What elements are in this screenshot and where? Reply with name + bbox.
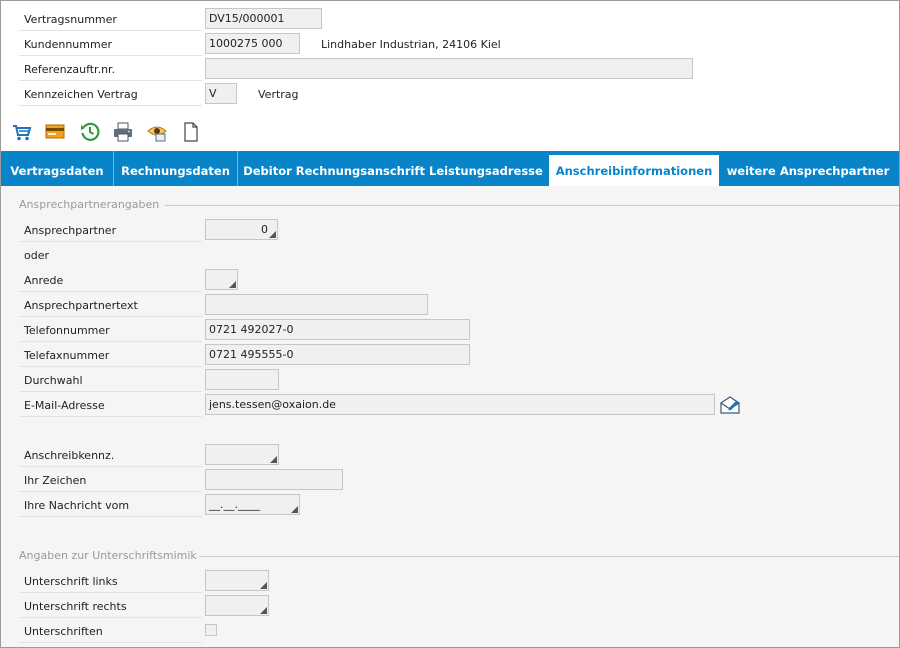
tab-vertragsdaten[interactable]: Vertragsdaten xyxy=(1,151,114,186)
anrede-select[interactable] xyxy=(205,269,238,290)
section-divider xyxy=(165,205,899,206)
row-divider xyxy=(19,55,202,56)
anschreibkennz-label: Anschreibkennz. xyxy=(24,449,115,462)
row-divider xyxy=(19,466,202,467)
ihr-zeichen-field[interactable] xyxy=(205,469,343,490)
ihr-zeichen-label: Ihr Zeichen xyxy=(24,474,87,487)
kennzeichen-text: Vertrag xyxy=(258,88,299,101)
tab-bar: Vertragsdaten Rechnungsdaten Debitor Rec… xyxy=(1,151,899,186)
row-divider xyxy=(19,291,202,292)
unterschrift-rechts-label: Unterschrift rechts xyxy=(24,600,127,613)
durchwahl-label: Durchwahl xyxy=(24,374,83,387)
row-divider xyxy=(19,241,202,242)
row-divider xyxy=(19,617,202,618)
row-divider xyxy=(19,416,202,417)
ansprechpartner-value: 0 xyxy=(261,223,268,236)
tab-anschreibinformationen[interactable]: Anschreibinformationen xyxy=(549,155,719,186)
dropdown-indicator-icon xyxy=(260,607,267,614)
ansprechpartner-field[interactable]: 0 xyxy=(205,219,278,240)
row-divider xyxy=(19,516,202,517)
telefon-label: Telefonnummer xyxy=(24,324,110,337)
nachricht-label: Ihre Nachricht vom xyxy=(24,499,130,512)
unterschrift-links-label: Unterschrift links xyxy=(24,575,118,588)
send-mail-icon[interactable] xyxy=(719,394,741,416)
row-divider xyxy=(19,391,202,392)
referenz-label: Referenzauftr.nr. xyxy=(24,63,116,76)
document-icon[interactable] xyxy=(180,121,202,143)
section-unterschriftsmimik: Angaben zur Unterschriftsmimik xyxy=(19,549,899,563)
kennzeichen-field[interactable]: V xyxy=(205,83,237,104)
content-panel: Ansprechpartnerangaben Ansprechpartner 0… xyxy=(1,186,899,647)
nachricht-value: __.__.____ xyxy=(209,498,260,511)
kunde-name: Lindhaber Industrian, 24106 Kiel xyxy=(321,38,501,51)
tab-rechnungsdaten[interactable]: Rechnungsdaten xyxy=(114,151,238,186)
print-icon[interactable] xyxy=(112,121,134,143)
section-divider xyxy=(199,556,899,557)
oder-label: oder xyxy=(24,249,50,262)
telefax-field[interactable]: 0721 495555-0 xyxy=(205,344,470,365)
row-divider xyxy=(19,80,202,81)
unterschriften-checkbox[interactable] xyxy=(205,624,217,636)
dropdown-indicator-icon xyxy=(291,506,298,513)
preview-icon[interactable] xyxy=(146,121,168,143)
unterschrift-links-select[interactable] xyxy=(205,570,269,591)
dropdown-indicator-icon xyxy=(229,281,236,288)
unterschrift-rechts-select[interactable] xyxy=(205,595,269,616)
kundennummer-field[interactable]: 1000275 000 xyxy=(205,33,300,54)
anrede-label: Anrede xyxy=(24,274,64,287)
row-divider xyxy=(19,30,202,31)
row-divider xyxy=(19,366,202,367)
ansprechpartner-label: Ansprechpartner xyxy=(24,224,117,237)
vertragsnummer-label: Vertragsnummer xyxy=(24,13,117,26)
anschreibkennz-select[interactable] xyxy=(205,444,279,465)
row-divider xyxy=(19,105,202,106)
section-title: Angaben zur Unterschriftsmimik xyxy=(19,549,197,562)
tab-debitor-rechnungsanschrift[interactable]: Debitor Rechnungsanschrift Leistungsadre… xyxy=(238,151,548,186)
kundennummer-label: Kundennummer xyxy=(24,38,112,51)
unterschriften-label: Unterschriften xyxy=(24,625,103,638)
kennzeichen-label: Kennzeichen Vertrag xyxy=(24,88,138,101)
ansprechpartnertext-field[interactable] xyxy=(205,294,428,315)
telefon-field[interactable]: 0721 492027-0 xyxy=(205,319,470,340)
window: Vertragsnummer DV15/000001 Kundennummer … xyxy=(0,0,900,648)
tab-weitere-ansprechpartner[interactable]: weitere Ansprechpartner xyxy=(719,151,897,186)
cart-icon[interactable] xyxy=(11,121,33,143)
durchwahl-field[interactable] xyxy=(205,369,279,390)
nachricht-date-field[interactable]: __.__.____ xyxy=(205,494,300,515)
row-divider xyxy=(19,316,202,317)
vertragsnummer-field[interactable]: DV15/000001 xyxy=(205,8,322,29)
ansprechpartnertext-label: Ansprechpartnertext xyxy=(24,299,138,312)
card-icon[interactable] xyxy=(44,121,66,143)
row-divider xyxy=(19,491,202,492)
row-divider xyxy=(19,341,202,342)
section-title: Ansprechpartnerangaben xyxy=(19,198,160,211)
dropdown-indicator-icon xyxy=(269,231,276,238)
telefax-label: Telefaxnummer xyxy=(24,349,110,362)
email-field[interactable]: jens.tessen@oxaion.de xyxy=(205,394,715,415)
row-divider xyxy=(19,642,202,643)
email-label: E-Mail-Adresse xyxy=(24,399,105,412)
row-divider xyxy=(19,592,202,593)
dropdown-indicator-icon xyxy=(260,582,267,589)
section-ansprechpartnerangaben: Ansprechpartnerangaben xyxy=(19,198,899,212)
dropdown-indicator-icon xyxy=(270,456,277,463)
history-icon[interactable] xyxy=(79,121,101,143)
referenz-field[interactable] xyxy=(205,58,693,79)
